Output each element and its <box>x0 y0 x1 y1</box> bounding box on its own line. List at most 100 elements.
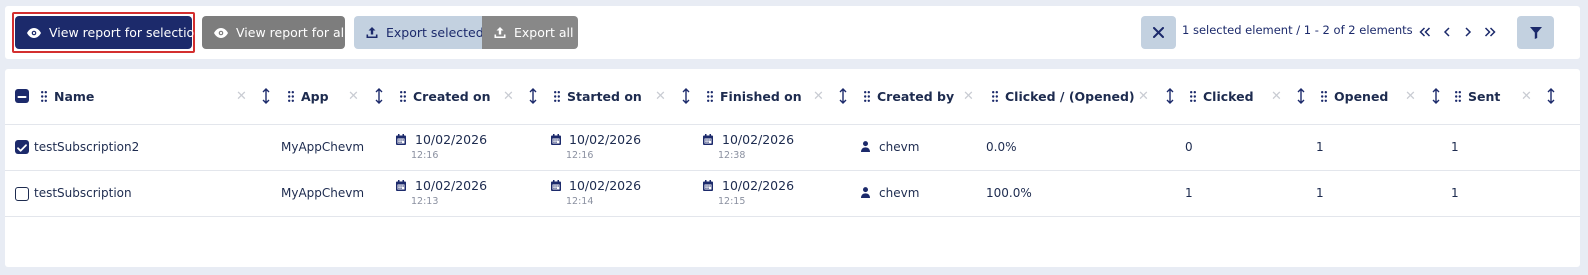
row-checkbox[interactable] <box>15 140 29 154</box>
column-header-finished-on[interactable]: Finished on <box>707 69 802 124</box>
chevron-right-icon <box>1465 27 1472 37</box>
column-label-sent: Sent <box>1468 89 1501 104</box>
cell-created-time: 12:16 <box>411 150 439 161</box>
drag-handle-icon <box>400 91 406 102</box>
view-report-selection-button[interactable]: View report for selection <box>15 16 202 49</box>
user-icon <box>861 187 870 198</box>
column-header-app[interactable]: App <box>288 69 329 124</box>
cell-finished-date: 10/02/2026 <box>722 178 795 193</box>
column-label-created-by: Created by <box>877 89 955 104</box>
double-chevron-right-icon <box>1484 27 1496 37</box>
cell-created-time: 12:13 <box>411 196 439 207</box>
column-label-created-on: Created on <box>413 89 491 104</box>
close-icon <box>1153 27 1164 38</box>
cell-opened: 1 <box>1316 186 1324 200</box>
sort-icon[interactable] <box>1547 88 1555 104</box>
view-report-selection-label: View report for selection <box>49 25 203 40</box>
clear-filter-icon[interactable]: ✕ <box>1521 89 1532 104</box>
next-page-button[interactable] <box>1461 23 1475 41</box>
export-selected-button[interactable]: Export selected <box>354 16 484 49</box>
toolbar: View report for selection View report fo… <box>5 6 1580 59</box>
selection-status: 1 selected element / 1 - 2 of 2 elements <box>1182 23 1413 37</box>
sort-icon[interactable] <box>1297 88 1305 104</box>
drag-handle-icon <box>992 91 998 102</box>
row-checkbox[interactable] <box>15 187 29 201</box>
sort-icon[interactable] <box>262 88 270 104</box>
column-label-clicked: Clicked <box>1203 89 1254 104</box>
drag-handle-icon <box>1190 91 1196 102</box>
cell-finished-date: 10/02/2026 <box>722 132 795 147</box>
cell-started-date: 10/02/2026 <box>569 132 642 147</box>
cell-opened: 1 <box>1316 140 1324 154</box>
cell-created-by: chevm <box>879 186 920 200</box>
clear-filter-icon[interactable]: ✕ <box>655 89 666 104</box>
drag-handle-icon <box>707 91 713 102</box>
calendar-icon <box>703 180 713 191</box>
cell-started-time: 12:14 <box>566 196 594 207</box>
clear-filter-icon[interactable]: ✕ <box>503 89 514 104</box>
export-all-button[interactable]: Export all <box>482 16 578 49</box>
clear-filter-icon[interactable]: ✕ <box>813 89 824 104</box>
sort-icon[interactable] <box>682 88 690 104</box>
drag-handle-icon <box>1455 91 1461 102</box>
clear-filter-icon[interactable]: ✕ <box>236 89 247 104</box>
column-header-started-on[interactable]: Started on <box>554 69 642 124</box>
cell-sent: 1 <box>1451 140 1459 154</box>
filter-icon <box>1529 26 1542 39</box>
cell-clicked-opened: 100.0% <box>986 186 1032 200</box>
sort-icon[interactable] <box>529 88 537 104</box>
eye-icon <box>214 27 228 38</box>
user-icon <box>861 141 870 152</box>
cell-name: testSubscription2 <box>34 140 140 154</box>
cell-clicked-opened: 0.0% <box>986 140 1017 154</box>
column-label-opened: Opened <box>1334 89 1389 104</box>
column-label-started-on: Started on <box>567 89 642 104</box>
upload-icon <box>366 26 378 38</box>
clear-filter-icon[interactable]: ✕ <box>348 89 359 104</box>
column-header-created-on[interactable]: Created on <box>400 69 491 124</box>
drag-handle-icon <box>554 91 560 102</box>
cell-app: MyAppChevm <box>281 186 365 200</box>
cell-sent: 1 <box>1451 186 1459 200</box>
export-all-label: Export all <box>514 25 574 40</box>
table-row[interactable]: testSubscription MyAppChevm 10/02/2026 1… <box>5 170 1580 217</box>
sort-icon[interactable] <box>1432 88 1440 104</box>
column-header-sent[interactable]: Sent <box>1455 69 1500 124</box>
column-header-clicked-opened[interactable]: Clicked / (Opened) <box>992 69 1135 124</box>
sort-icon[interactable] <box>839 88 847 104</box>
cell-finished-time: 12:38 <box>718 150 746 161</box>
last-page-button[interactable] <box>1483 23 1497 41</box>
view-report-all-button[interactable]: View report for all <box>202 16 348 49</box>
cell-clicked: 0 <box>1185 140 1193 154</box>
filter-button[interactable] <box>1517 16 1554 49</box>
clear-selection-button[interactable] <box>1141 16 1176 49</box>
column-label-clicked-opened: Clicked / (Opened) <box>1005 89 1135 104</box>
column-header-name[interactable]: Name <box>41 69 94 124</box>
clear-filter-icon[interactable]: ✕ <box>1271 89 1282 104</box>
cell-app: MyAppChevm <box>281 140 365 154</box>
column-label-finished-on: Finished on <box>720 89 802 104</box>
calendar-icon <box>551 134 561 145</box>
clear-filter-icon[interactable]: ✕ <box>1405 89 1416 104</box>
view-report-all-label: View report for all <box>236 25 348 40</box>
table-row[interactable]: testSubscription2 MyAppChevm 10/02/2026 … <box>5 124 1580 171</box>
cell-created-date: 10/02/2026 <box>415 178 488 193</box>
sort-icon[interactable] <box>375 88 383 104</box>
sort-icon[interactable] <box>1166 88 1174 104</box>
first-page-button[interactable] <box>1418 23 1432 41</box>
calendar-icon <box>396 134 406 145</box>
cell-finished-time: 12:15 <box>718 196 746 207</box>
drag-handle-icon <box>288 91 294 102</box>
column-header-created-by[interactable]: Created by <box>864 69 954 124</box>
chevron-left-icon <box>1443 27 1450 37</box>
clear-filter-icon[interactable]: ✕ <box>1138 89 1149 104</box>
cell-started-time: 12:16 <box>566 150 594 161</box>
drag-handle-icon <box>1321 91 1327 102</box>
clear-filter-icon[interactable]: ✕ <box>963 89 974 104</box>
select-all-checkbox[interactable] <box>15 89 29 103</box>
column-header-opened[interactable]: Opened <box>1321 69 1388 124</box>
cell-created-by: chevm <box>879 140 920 154</box>
results-table: Name ✕ App ✕ Created on ✕ Started on ✕ F… <box>5 69 1580 267</box>
previous-page-button[interactable] <box>1440 23 1454 41</box>
column-header-clicked[interactable]: Clicked <box>1190 69 1254 124</box>
